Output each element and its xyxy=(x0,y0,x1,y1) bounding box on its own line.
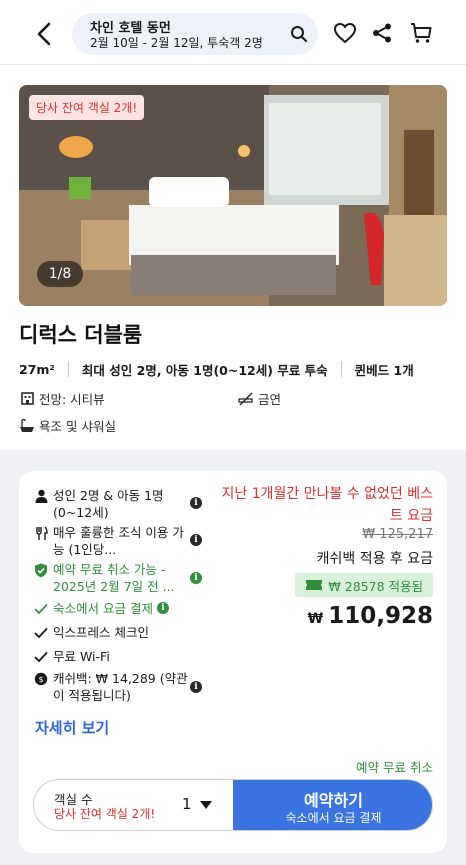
see-details-link[interactable]: 자세히 보기 xyxy=(35,717,109,738)
cashback-icon: $ xyxy=(33,671,49,687)
feature-pay-at-property: 숙소에서 요금 결제 i xyxy=(33,600,169,617)
feature-free-wifi: 무료 Wi-Fi xyxy=(33,648,110,665)
share-icon xyxy=(373,23,391,43)
amenity-view-label: 전망: 시티뷰 xyxy=(39,392,105,407)
room-facts: 27m² 최대 성인 2명, 아동 1명(0~12세) 무료 투숙 퀸베드 1개 xyxy=(19,359,449,379)
amenity-view: 전망: 시티뷰 xyxy=(19,389,105,408)
best-rate-promo: 지난 1개월간 만나볼 수 없었던 베스트 요금 xyxy=(221,486,433,524)
photo-counter: 1/8 xyxy=(37,261,83,287)
search-icon xyxy=(291,26,308,43)
divider xyxy=(340,361,342,377)
room-bed: 퀸베드 1개 xyxy=(354,362,414,378)
feature-express-checkin: 익스프레스 체크인 xyxy=(33,624,149,641)
check-icon xyxy=(33,649,49,665)
room-photo[interactable]: 당사 잔여 객실 2개! 1/8 xyxy=(19,85,447,306)
original-price: ₩ 125,217 xyxy=(362,527,433,542)
check-icon xyxy=(33,625,49,641)
favorite-button[interactable] xyxy=(332,20,358,46)
divider xyxy=(67,361,69,377)
top-navigation-bar: 차인 호텔 동먼 2월 10일 - 2월 12일, 투숙객 2명 xyxy=(0,0,466,64)
info-icon[interactable]: i xyxy=(156,602,169,614)
room-count-value: 1 xyxy=(182,795,192,813)
room-count-selector[interactable]: 객실 수 당사 잔여 객실 2개! 1 xyxy=(34,780,234,830)
bathtub-icon xyxy=(19,418,35,434)
feature-free-cancellation: 예약 무료 취소 가능 - 2025년 2월 7일 전 ... xyxy=(33,561,193,595)
feature-occupancy-text: 성인 2명 & 아동 1명 (0~12세) xyxy=(53,488,164,520)
feature-occupancy: 성인 2명 & 아동 1명 (0~12세) xyxy=(33,487,193,521)
final-price: ₩ 110,928 xyxy=(308,603,433,629)
after-cashback-label: 캐쉬백 적용 후 요금 xyxy=(316,551,433,567)
caret-down-icon xyxy=(200,801,212,809)
amenity-bath-label: 욕조 및 샤워실 xyxy=(39,419,116,434)
chevron-left-icon xyxy=(37,22,51,46)
book-button[interactable]: 예약하기 숙소에서 요금 결제 xyxy=(233,780,432,830)
utensils-icon xyxy=(33,525,49,541)
share-button[interactable] xyxy=(369,20,395,46)
cart-icon xyxy=(411,23,432,43)
info-icon[interactable]: i xyxy=(190,497,202,509)
feature-cashback-text: 캐쉬백: ₩ 14,289 (약관이 적용됩니다) xyxy=(53,671,188,703)
check-icon xyxy=(33,601,49,617)
search-dates-guests: 2월 10일 - 2월 12일, 투숙객 2명 xyxy=(90,36,263,50)
info-icon[interactable]: i xyxy=(190,534,202,546)
heart-icon xyxy=(334,23,356,43)
price-amount: 110,928 xyxy=(328,603,433,629)
cashback-applied-badge: ₩ 28578 적용됨 xyxy=(295,573,433,597)
room-occupancy: 최대 성인 2명, 아동 1명(0~12세) 무료 투숙 xyxy=(81,362,328,378)
feature-cashback: $ 캐쉬백: ₩ 14,289 (약관이 적용됩니다) xyxy=(33,670,193,704)
svg-text:$: $ xyxy=(38,675,43,684)
feature-express-checkin-text: 익스프레스 체크인 xyxy=(53,625,149,640)
rate-offer-card: 성인 2명 & 아동 1명 (0~12세) i 매우 훌륭한 조식 이용 가능 … xyxy=(19,471,447,853)
feature-free-cancellation-text: 예약 무료 취소 가능 - 2025년 2월 7일 전 ... xyxy=(53,562,175,594)
room-size: 27m² xyxy=(19,361,55,377)
amenity-smoking-label: 금연 xyxy=(258,392,282,407)
building-view-icon xyxy=(19,391,35,407)
rooms-remaining-note: 당사 잔여 객실 2개! xyxy=(54,807,156,821)
no-smoking-icon xyxy=(238,391,254,407)
guest-icon xyxy=(33,488,49,504)
cashback-applied-text: ₩ 28578 적용됨 xyxy=(328,578,423,594)
availability-badge: 당사 잔여 객실 2개! xyxy=(29,95,145,120)
feature-breakfast-text: 매우 훌륭한 조식 이용 가능 (1인당... xyxy=(53,525,184,557)
feature-free-wifi-text: 무료 Wi-Fi xyxy=(53,649,110,664)
info-icon[interactable]: i xyxy=(190,572,202,584)
amenity-smoking: 금연 xyxy=(238,389,281,408)
info-icon[interactable]: i xyxy=(190,681,202,693)
shield-check-icon xyxy=(33,562,49,578)
free-cancellation-note: 예약 무료 취소 xyxy=(356,760,433,775)
back-button[interactable] xyxy=(30,20,58,48)
feature-pay-at-property-text: 숙소에서 요금 결제 xyxy=(53,601,153,616)
booking-bar: 객실 수 당사 잔여 객실 2개! 1 예약하기 숙소에서 요금 결제 xyxy=(33,779,433,831)
room-info-section: 당사 잔여 객실 2개! 1/8 디럭스 더블룸 27m² 최대 성인 2명, … xyxy=(0,64,466,450)
amenity-bath: 욕조 및 샤워실 xyxy=(19,416,116,435)
ticket-icon xyxy=(306,580,323,590)
search-summary-pill[interactable]: 차인 호텔 동먼 2월 10일 - 2월 12일, 투숙객 2명 xyxy=(72,13,318,55)
feature-breakfast: 매우 훌륭한 조식 이용 가능 (1인당... xyxy=(33,524,193,558)
book-button-sublabel: 숙소에서 요금 결제 xyxy=(285,811,382,825)
book-button-label: 예약하기 xyxy=(304,791,363,810)
room-title: 디럭스 더블룸 xyxy=(19,323,143,347)
cart-button[interactable] xyxy=(408,20,434,46)
currency-symbol: ₩ xyxy=(307,611,324,627)
